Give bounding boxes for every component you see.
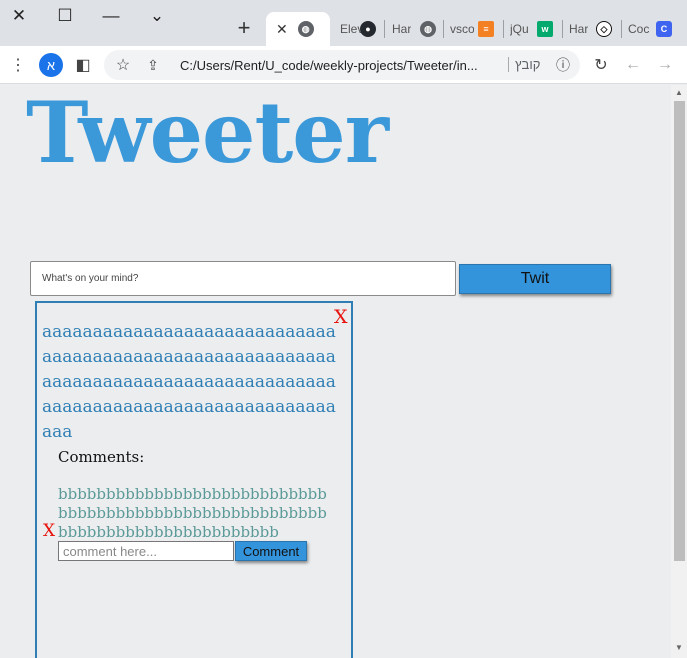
tab-divider [384, 20, 385, 38]
comment-button[interactable]: Comment [235, 541, 307, 561]
tab-search-button[interactable]: ⌄ [144, 4, 170, 28]
browser-toolbar: ⋮ א ◧ ☆ ⇪ C:/Users/Rent/U_code/weekly-pr… [0, 46, 687, 84]
post-input[interactable] [30, 261, 456, 296]
tab-item[interactable]: Coc [628, 12, 654, 46]
forward-arrow-icon[interactable]: → [654, 54, 676, 76]
stackoverflow-icon: ≡ [478, 21, 494, 37]
profile-avatar[interactable]: א [39, 53, 63, 77]
vertical-scrollbar[interactable]: ▲ ▼ [671, 85, 687, 658]
tab-divider [621, 20, 622, 38]
star-icon[interactable]: ☆ [112, 54, 134, 76]
close-window-button[interactable]: ✕ [6, 4, 32, 28]
tab-title: Har [569, 22, 589, 36]
tab-item[interactable]: ◇ [596, 12, 616, 46]
c-icon: C [656, 21, 672, 37]
comment-text: bbbbbbbbbbbbbbbbbbbbbbbbbbbbbbbbbbbbbbbb… [58, 485, 327, 541]
tab-item[interactable]: w [537, 12, 557, 46]
tab-divider [443, 20, 444, 38]
scrollbar-thumb[interactable] [674, 101, 685, 561]
close-tab-icon[interactable]: ✕ [276, 21, 288, 38]
maximize-window-button[interactable]: ☐ [52, 4, 78, 28]
tab-item[interactable]: C [656, 12, 676, 46]
tab-title: vsco [450, 22, 474, 36]
github-icon: ● [360, 21, 376, 37]
scroll-down-icon[interactable]: ▼ [675, 643, 683, 652]
codepen-icon: ◇ [596, 21, 612, 37]
minimize-window-button[interactable]: — [98, 4, 124, 28]
page-viewport: Tweeter Twit X aaaaaaaaaaaaaaaaaaaaaaaaa… [0, 85, 671, 658]
tab-item[interactable]: Har [392, 12, 422, 46]
delete-comment-button[interactable]: X [43, 523, 55, 540]
tab-item[interactable]: ≡ [478, 12, 498, 46]
tab-title: Har [392, 22, 412, 36]
tab-title: jQu [510, 22, 529, 36]
tab-item[interactable]: ● [360, 12, 380, 46]
file-label: קובץ [508, 57, 540, 72]
tab-item[interactable]: ◍ [420, 12, 440, 46]
tab-divider [562, 20, 563, 38]
url-text[interactable]: C:/Users/Rent/U_code/weekly-projects/Twe… [180, 58, 508, 73]
tweeter-logo: Tweeter [26, 85, 389, 182]
w3schools-icon: w [537, 21, 553, 37]
twit-button[interactable]: Twit [459, 264, 611, 294]
tab-active[interactable]: ✕ ◍ [266, 12, 330, 46]
new-tab-button[interactable]: + [232, 15, 256, 40]
kebab-menu-icon[interactable]: ⋮ [7, 54, 29, 76]
back-arrow-icon[interactable]: ← [622, 54, 644, 76]
reload-icon[interactable]: ↻ [590, 54, 612, 76]
tab-divider [503, 20, 504, 38]
tab-title: Coc [628, 22, 650, 36]
post-text: aaaaaaaaaaaaaaaaaaaaaaaaaaaaaaaaaaaaaaaa… [42, 322, 336, 442]
tab-item[interactable]: jQu [510, 12, 534, 46]
info-icon[interactable]: ⓘ [552, 54, 574, 76]
globe-icon: ◍ [297, 21, 314, 37]
tab-item[interactable]: vsco [450, 12, 474, 46]
globe-icon: ◍ [420, 21, 436, 37]
comment-input[interactable] [58, 541, 234, 561]
post-card: X aaaaaaaaaaaaaaaaaaaaaaaaaaaaaaaaaaaaaa… [35, 301, 353, 658]
sidebar-icon[interactable]: ◧ [72, 54, 94, 76]
share-icon[interactable]: ⇪ [142, 54, 164, 76]
address-bar[interactable]: ☆ ⇪ C:/Users/Rent/U_code/weekly-projects… [104, 50, 580, 80]
tab-item[interactable]: Har [569, 12, 593, 46]
tab-strip: ✕ ☐ — ⌄ + ✕ ◍ Elev ● Har ◍ vsco ≡ jQu w … [0, 0, 687, 46]
scroll-up-icon[interactable]: ▲ [675, 88, 683, 97]
comments-heading: Comments: [58, 448, 145, 466]
